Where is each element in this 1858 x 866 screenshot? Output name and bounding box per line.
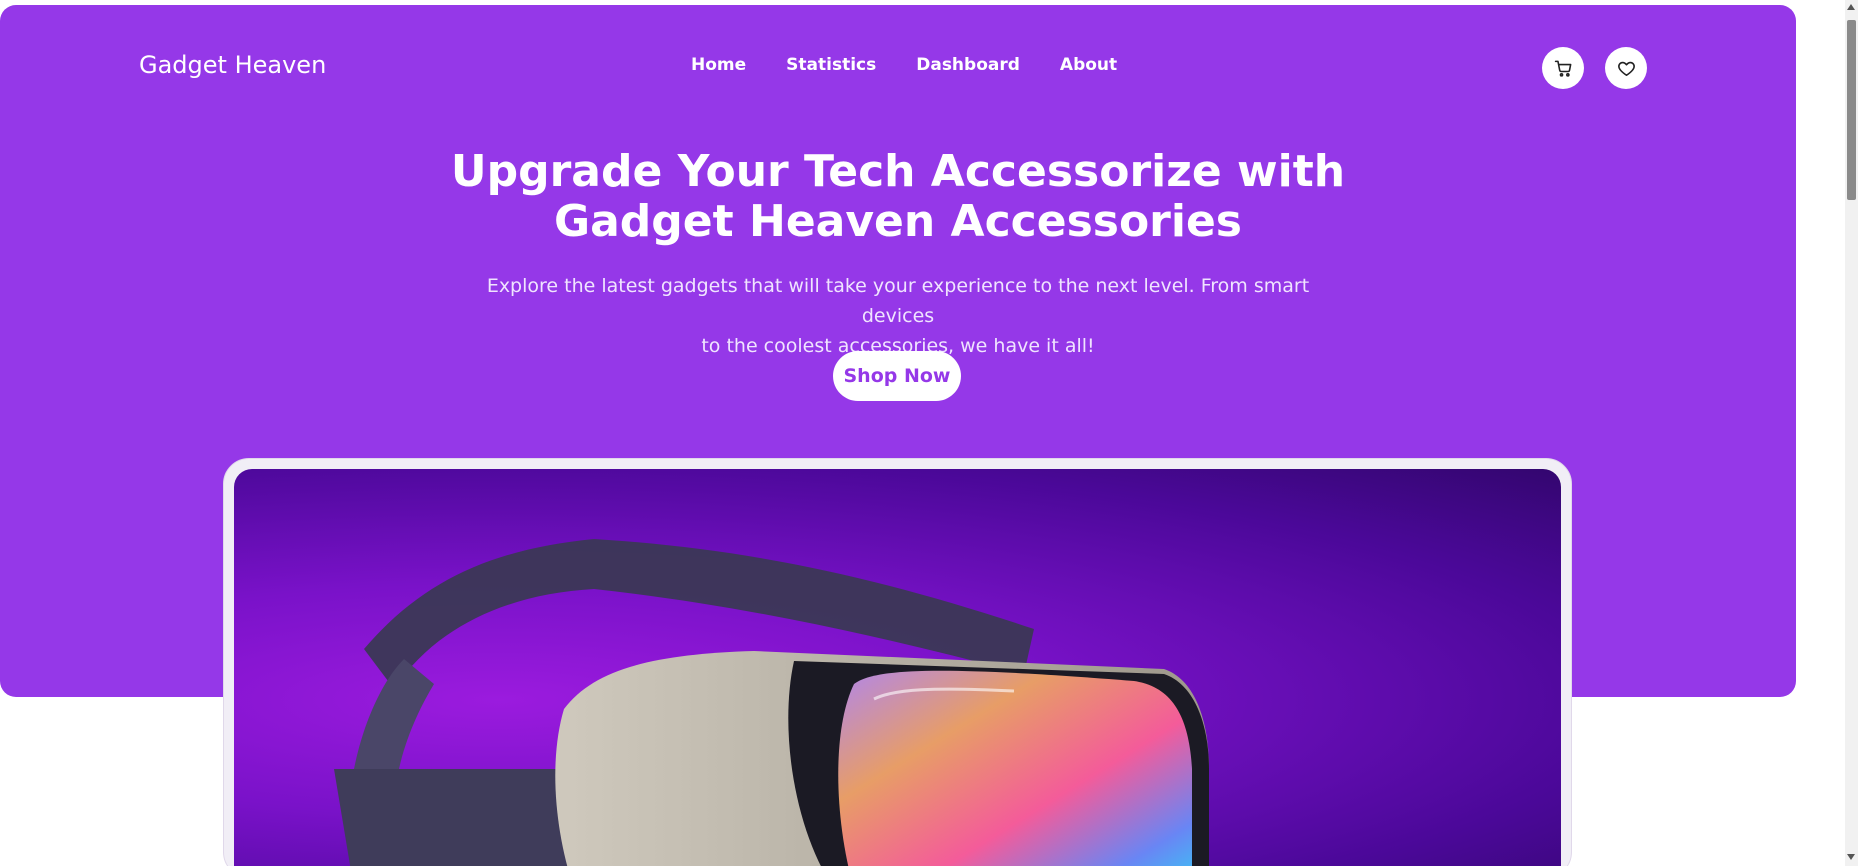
nav-link-statistics[interactable]: Statistics (786, 55, 876, 75)
scroll-up-icon[interactable] (1847, 4, 1855, 10)
banner-image (234, 469, 1561, 866)
shop-now-button[interactable]: Shop Now (833, 351, 961, 401)
nav-link-about[interactable]: About (1060, 55, 1117, 75)
cart-button[interactable] (1542, 47, 1584, 89)
hero-title-line-2: Gadget Heaven Accessories (554, 196, 1242, 247)
heart-icon (1617, 61, 1635, 76)
wishlist-button[interactable] (1605, 47, 1647, 89)
page-scrollbar[interactable] (1845, 0, 1858, 866)
scrollbar-thumb[interactable] (1847, 20, 1856, 200)
site-logo[interactable]: Gadget Heaven (139, 51, 326, 79)
scroll-down-icon[interactable] (1847, 854, 1855, 860)
nav-icons (1542, 47, 1647, 89)
nav-link-home[interactable]: Home (691, 55, 746, 75)
vr-headset-illustration (334, 539, 1209, 866)
banner-frame (223, 458, 1572, 866)
nav-link-dashboard[interactable]: Dashboard (916, 55, 1020, 75)
hero-description: Explore the latest gadgets that will tak… (478, 271, 1318, 361)
hero-title-line-1: Upgrade Your Tech Accessorize with (450, 146, 1346, 197)
hero-description-line-1: Explore the latest gadgets that will tak… (486, 275, 1310, 327)
hero-title: Upgrade Your Tech Accessorize with Gadge… (0, 147, 1796, 247)
cart-icon (1554, 60, 1571, 77)
navbar: Gadget Heaven Home Statistics Dashboard … (0, 5, 1796, 125)
nav-links: Home Statistics Dashboard About (691, 55, 1157, 75)
